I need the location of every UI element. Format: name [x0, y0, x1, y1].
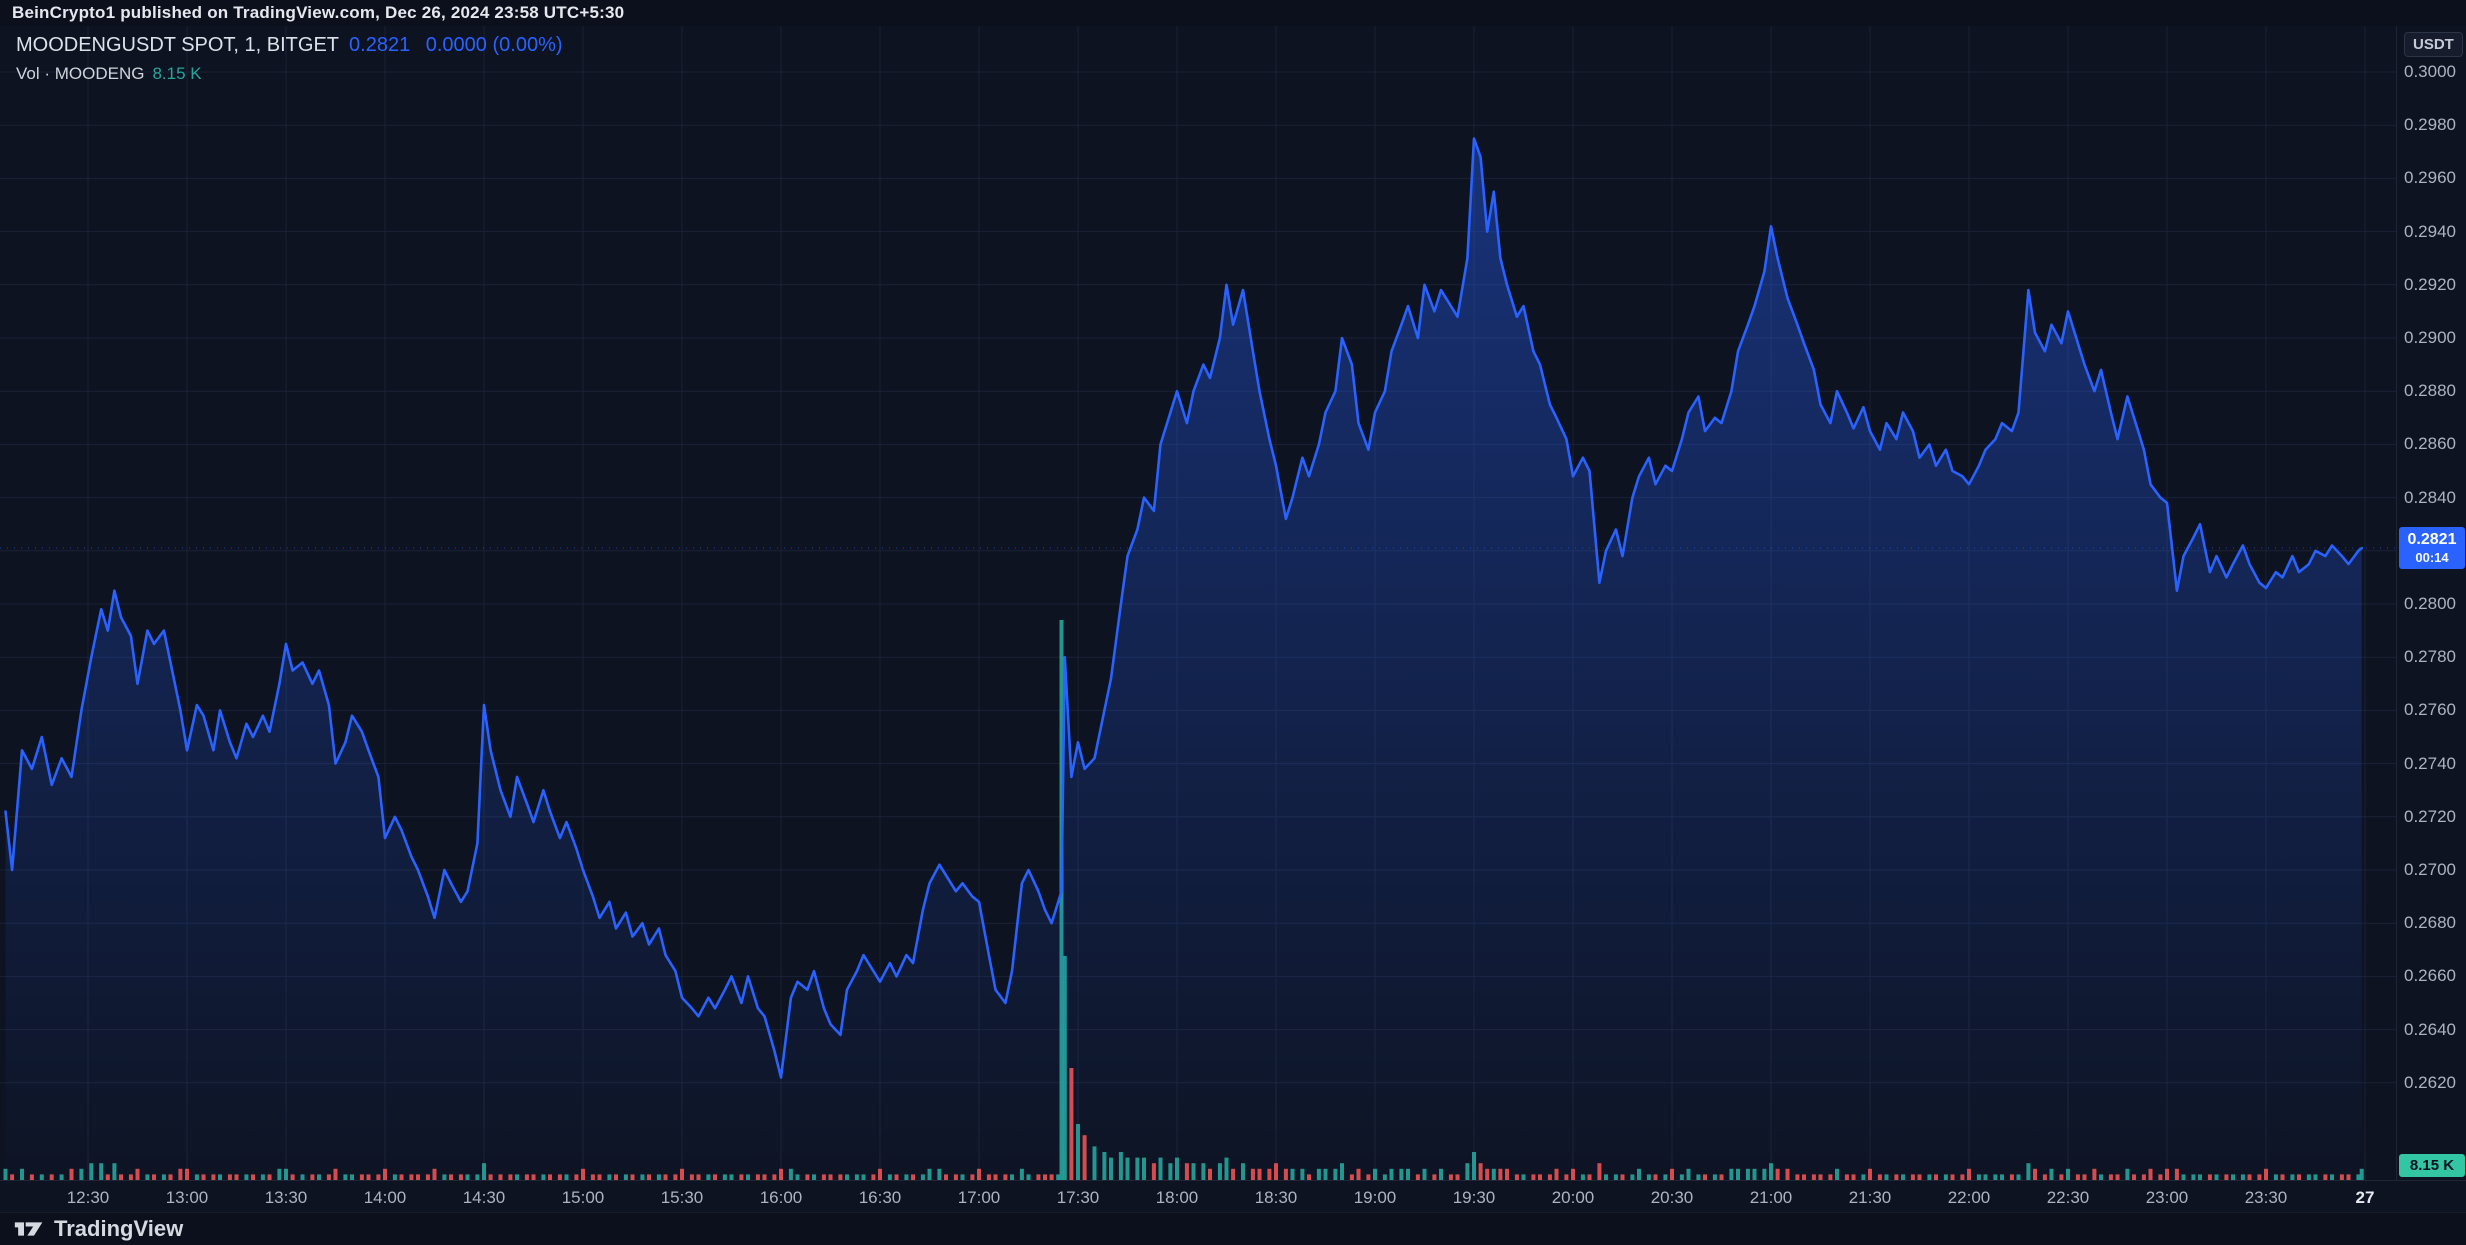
last-price-badge: 0.2821 00:14	[2399, 527, 2465, 569]
time-tick-label: 23:30	[2236, 1188, 2296, 1208]
time-tick-label: 20:00	[1543, 1188, 1603, 1208]
time-tick-label: 27	[2335, 1188, 2395, 1208]
attribution-text: BeinCrypto1 published on TradingView.com…	[12, 3, 624, 23]
price-tick-label: 0.2780	[2404, 647, 2456, 667]
time-tick-label: 17:00	[949, 1188, 1009, 1208]
time-tick-label: 22:00	[1939, 1188, 1999, 1208]
time-tick-label: 19:30	[1444, 1188, 1504, 1208]
time-tick-label: 19:00	[1345, 1188, 1405, 1208]
price-chart-canvas[interactable]	[0, 26, 2396, 1180]
price-change-value: 0.0000 (0.00%)	[426, 34, 563, 56]
price-tick-label: 0.2640	[2404, 1020, 2456, 1040]
price-tick-label: 0.2940	[2404, 222, 2456, 242]
time-tick-label: 15:00	[553, 1188, 613, 1208]
bar-countdown: 00:14	[2399, 550, 2465, 566]
time-tick-label: 14:00	[355, 1188, 415, 1208]
time-tick-label: 13:00	[157, 1188, 217, 1208]
time-tick-label: 23:00	[2137, 1188, 2197, 1208]
time-scale[interactable]: 12:30 13:00 13:30 14:00 14:30 15:00 15:30 16:00…	[0, 1180, 2466, 1212]
price-tick-label: 0.2720	[2404, 807, 2456, 827]
time-tick-label: 16:30	[850, 1188, 910, 1208]
price-tick-label: 0.2920	[2404, 275, 2456, 295]
attribution-bar: BeinCrypto1 published on TradingView.com…	[0, 0, 2466, 26]
chart-legend: MOODENGUSDT SPOT, 1, BITGET 0.2821 0.0000…	[16, 34, 563, 84]
price-tick-label: 0.2740	[2404, 754, 2456, 774]
price-tick-label: 0.2880	[2404, 381, 2456, 401]
price-tick-label: 0.2980	[2404, 115, 2456, 135]
last-price-badge-value: 0.2821	[2399, 530, 2465, 550]
price-tick-label: 0.2760	[2404, 700, 2456, 720]
time-tick-label: 18:00	[1147, 1188, 1207, 1208]
tradingview-logo-icon[interactable]	[14, 1218, 44, 1240]
volume-badge: 8.15 K	[2399, 1154, 2465, 1177]
price-tick-label: 0.2660	[2404, 966, 2456, 986]
time-tick-label: 13:30	[256, 1188, 316, 1208]
price-tick-label: 0.2700	[2404, 860, 2456, 880]
time-tick-label: 16:00	[751, 1188, 811, 1208]
time-tick-label: 22:30	[2038, 1188, 2098, 1208]
price-tick-label: 0.2860	[2404, 434, 2456, 454]
price-tick-label: 0.3000	[2404, 62, 2456, 82]
time-tick-label: 17:30	[1048, 1188, 1108, 1208]
footer-bar: TradingView	[0, 1212, 2466, 1245]
price-scale[interactable]: USDT 0.3000 0.2980 0.2960 0.2940 0.2920 0.290…	[2396, 26, 2466, 1180]
time-tick-label: 14:30	[454, 1188, 514, 1208]
chart-area: MOODENGUSDT SPOT, 1, BITGET 0.2821 0.0000…	[0, 26, 2466, 1212]
time-tick-label: 21:30	[1840, 1188, 1900, 1208]
currency-toggle[interactable]: USDT	[2404, 32, 2463, 57]
time-tick-label: 20:30	[1642, 1188, 1702, 1208]
time-tick-label: 21:00	[1741, 1188, 1801, 1208]
time-tick-label: 12:30	[58, 1188, 118, 1208]
price-tick-label: 0.2900	[2404, 328, 2456, 348]
symbol-title[interactable]: MOODENGUSDT SPOT, 1, BITGET	[16, 34, 339, 56]
price-tick-label: 0.2800	[2404, 594, 2456, 614]
price-tick-label: 0.2960	[2404, 168, 2456, 188]
price-tick-label: 0.2680	[2404, 913, 2456, 933]
time-tick-label: 15:30	[652, 1188, 712, 1208]
price-tick-label: 0.2620	[2404, 1073, 2456, 1093]
last-price-value: 0.2821	[349, 34, 410, 56]
price-tick-label: 0.2840	[2404, 488, 2456, 508]
volume-indicator-value: 8.15 K	[152, 64, 201, 83]
tradingview-brand[interactable]: TradingView	[54, 1216, 183, 1242]
time-tick-label: 18:30	[1246, 1188, 1306, 1208]
volume-indicator-label[interactable]: Vol · MOODENG	[16, 64, 144, 83]
